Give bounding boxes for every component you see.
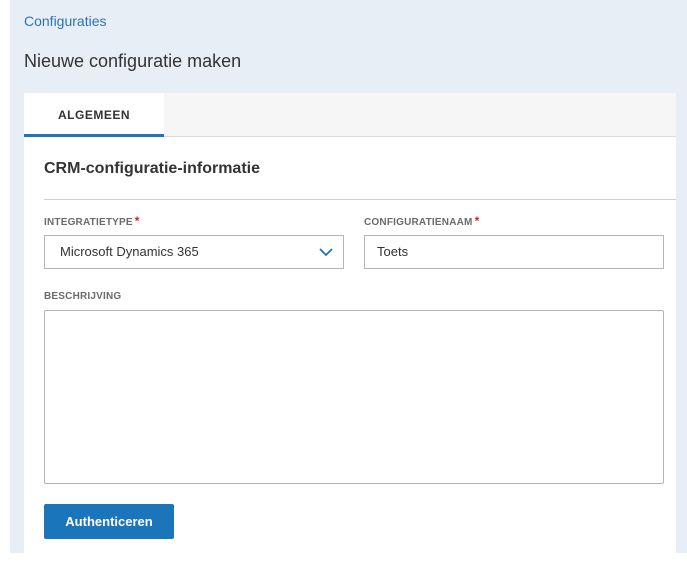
configuration-name-label: CONFIGURATIENAAM * — [364, 214, 479, 228]
required-marker: * — [474, 214, 480, 228]
form-card: ALGEMEEN CRM-configuratie-informatie INT… — [24, 93, 676, 553]
page: Configuraties Nieuwe configuratie maken … — [0, 0, 687, 567]
configuration-name-value: Toets — [377, 244, 409, 259]
integration-type-label-text: INTEGRATIETYPE — [44, 217, 133, 228]
tab-strip: ALGEMEEN — [24, 93, 676, 137]
description-textarea[interactable] — [44, 310, 664, 484]
configuration-name-label-text: CONFIGURATIENAAM — [364, 217, 473, 228]
breadcrumb-configuraties[interactable]: Configuraties — [24, 13, 107, 29]
integration-type-label: INTEGRATIETYPE * — [44, 214, 140, 228]
section-divider — [44, 199, 676, 200]
page-title: Nieuwe configuratie maken — [24, 51, 242, 71]
integration-type-select[interactable]: Microsoft Dynamics 365 — [44, 235, 344, 269]
description-label: BESCHRIJVING — [44, 291, 122, 302]
configuration-name-input[interactable]: Toets — [364, 235, 664, 269]
authenticate-button[interactable]: Authenticeren — [44, 504, 174, 539]
tab-algemeen[interactable]: ALGEMEEN — [24, 93, 164, 137]
section-title: CRM-configuratie-informatie — [44, 160, 260, 177]
integration-type-value: Microsoft Dynamics 365 — [60, 244, 199, 259]
required-marker: * — [134, 214, 140, 228]
chevron-down-icon — [319, 248, 333, 257]
